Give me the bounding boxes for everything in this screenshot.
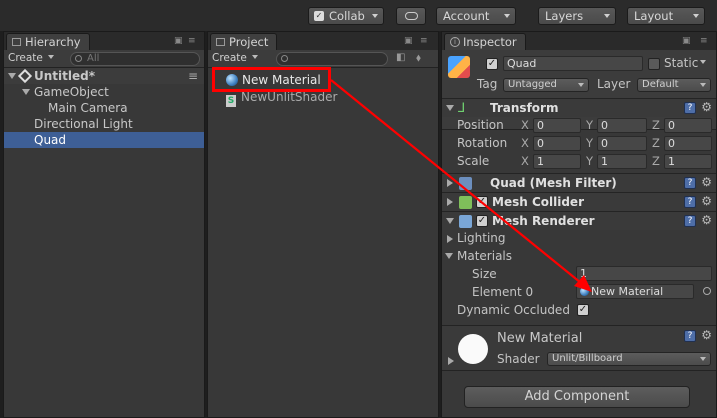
arrow-head [574,275,592,292]
annotation-arrow [330,79,592,292]
arrow-line [330,79,587,288]
